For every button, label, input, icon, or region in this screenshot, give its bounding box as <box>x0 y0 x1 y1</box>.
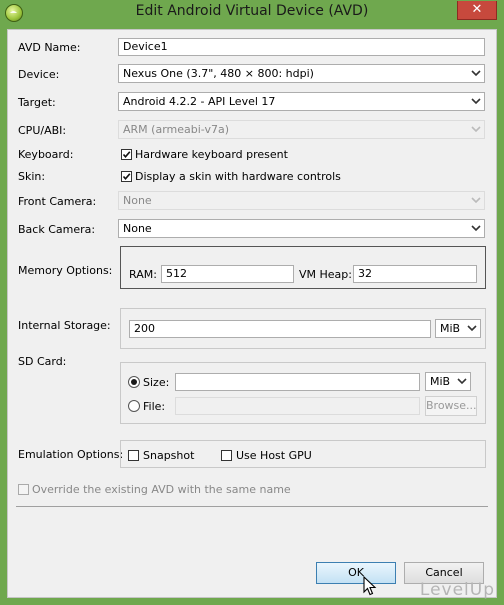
keyboard-checkbox[interactable] <box>121 149 132 160</box>
memory-options-group: RAM: 512 VM Heap: 32 <box>120 246 486 289</box>
chevron-down-icon <box>471 225 481 232</box>
separator-line <box>16 506 488 507</box>
back-camera-label: Back Camera: <box>18 223 96 236</box>
watermark-text: LevelUp <box>419 580 495 600</box>
device-select-value: Nexus One (3.7", 480 × 800: hdpi) <box>123 67 314 80</box>
target-select[interactable]: Android 4.2.2 - API Level 17 <box>118 92 485 111</box>
chevron-down-icon <box>471 197 481 204</box>
sd-size-unit: MiB <box>430 375 451 388</box>
snapshot-checkbox[interactable] <box>128 450 139 461</box>
device-select[interactable]: Nexus One (3.7", 480 × 800: hdpi) <box>118 64 485 83</box>
sd-size-label: Size: <box>143 376 170 389</box>
internal-storage-unit-select[interactable]: MiB <box>435 319 481 338</box>
check-icon <box>122 173 131 181</box>
keyboard-checkbox-label[interactable]: Hardware keyboard present <box>135 148 288 161</box>
target-label: Target: <box>18 96 56 109</box>
keyboard-label: Keyboard: <box>18 148 74 161</box>
emulation-options-group: Snapshot Use Host GPU <box>120 440 486 468</box>
target-select-value: Android 4.2.2 - API Level 17 <box>123 95 276 108</box>
cpu-abi-select-value: ARM (armeabi-v7a) <box>123 123 229 136</box>
internal-storage-unit: MiB <box>440 322 461 335</box>
sd-file-radio[interactable] <box>128 400 140 412</box>
avd-name-label: AVD Name: <box>18 41 81 54</box>
back-camera-value: None <box>123 222 152 235</box>
skin-checkbox-label[interactable]: Display a skin with hardware controls <box>135 170 341 183</box>
use-host-gpu-label[interactable]: Use Host GPU <box>236 449 312 462</box>
internal-storage-label: Internal Storage: <box>18 319 111 332</box>
ram-input[interactable]: 512 <box>161 265 294 283</box>
sd-file-input[interactable] <box>175 397 420 415</box>
memory-options-label: Memory Options: <box>18 264 113 277</box>
emulation-options-label: Emulation Options: <box>18 448 124 461</box>
cpu-abi-label: CPU/ABI: <box>18 124 67 137</box>
vm-heap-input[interactable]: 32 <box>353 265 477 283</box>
check-icon <box>122 151 131 159</box>
dialog-client-area: AVD Name: Device1 Device: Nexus One (3.7… <box>7 29 497 598</box>
front-camera-value: None <box>123 194 152 207</box>
device-label: Device: <box>18 68 60 81</box>
radio-selected-dot <box>131 379 137 385</box>
skin-checkbox[interactable] <box>121 171 132 182</box>
avd-name-input[interactable]: Device1 <box>118 38 485 56</box>
close-icon[interactable]: ✕ <box>457 1 497 20</box>
override-label: Override the existing AVD with the same … <box>32 483 291 496</box>
internal-storage-input[interactable]: 200 <box>129 320 431 338</box>
title-bar[interactable]: Edit Android Virtual Device (AVD) ✕ <box>1 1 503 23</box>
chevron-down-icon <box>471 70 481 77</box>
internal-storage-group: 200 MiB <box>120 308 486 349</box>
sd-file-label: File: <box>143 400 166 413</box>
front-camera-label: Front Camera: <box>18 195 97 208</box>
snapshot-label[interactable]: Snapshot <box>143 449 194 462</box>
sd-card-label: SD Card: <box>18 355 67 368</box>
chevron-down-icon <box>467 325 477 332</box>
front-camera-select[interactable]: None <box>118 191 485 210</box>
ok-button[interactable]: OK <box>316 562 396 584</box>
sd-size-unit-select[interactable]: MiB <box>425 372 471 391</box>
sd-size-input[interactable] <box>175 373 420 391</box>
ram-label: RAM: <box>129 268 157 281</box>
chevron-down-icon <box>471 98 481 105</box>
cpu-abi-select[interactable]: ARM (armeabi-v7a) <box>118 120 485 139</box>
avd-dialog-window: Edit Android Virtual Device (AVD) ✕ AVD … <box>0 0 504 605</box>
browse-button[interactable]: Browse... <box>425 396 477 416</box>
vm-heap-label: VM Heap: <box>299 268 352 281</box>
mouse-cursor-icon <box>363 576 377 596</box>
skin-label: Skin: <box>18 170 46 183</box>
chevron-down-icon <box>471 126 481 133</box>
sd-size-radio[interactable] <box>128 376 140 388</box>
override-checkbox[interactable] <box>18 484 29 495</box>
back-camera-select[interactable]: None <box>118 219 485 238</box>
window-title: Edit Android Virtual Device (AVD) <box>135 3 369 19</box>
chevron-down-icon <box>457 378 467 385</box>
use-host-gpu-checkbox[interactable] <box>221 450 232 461</box>
sd-card-group: Size: MiB File: Browse... <box>120 362 486 424</box>
